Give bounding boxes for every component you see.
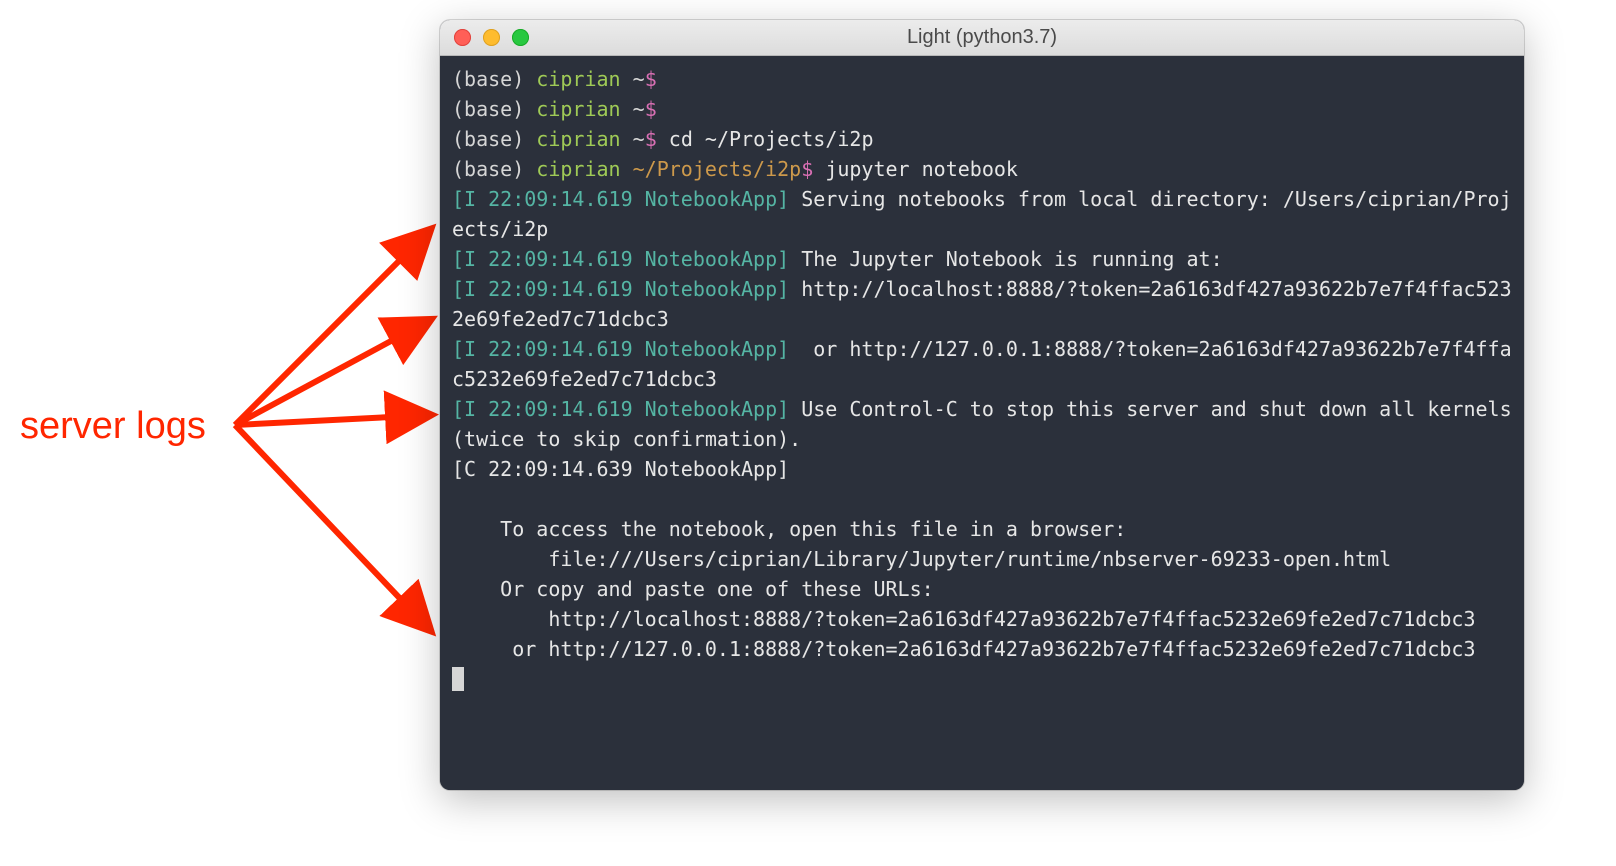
log-prefix: [I 22:09:14.619 NotebookApp]	[452, 277, 789, 301]
log-text: http://localhost:8888/?token=2a6163df427…	[452, 607, 1476, 631]
prompt-base: (base)	[452, 97, 536, 121]
prompt-dollar: $	[645, 127, 657, 151]
prompt-home: ~	[621, 127, 645, 151]
prompt-path: ~/Projects/i2p	[621, 157, 802, 181]
log-prefix: [I 22:09:14.619 NotebookApp]	[452, 397, 789, 421]
minimize-icon[interactable]	[483, 29, 500, 46]
log-prefix: [I 22:09:14.619 NotebookApp]	[452, 187, 789, 211]
prompt-user: ciprian	[536, 67, 620, 91]
log-line: [C 22:09:14.639 NotebookApp]	[452, 457, 789, 481]
prompt-line: (base) ciprian ~$	[452, 67, 657, 91]
prompt-user: ciprian	[536, 97, 620, 121]
log-prefix: [I 22:09:14.619 NotebookApp]	[452, 247, 789, 271]
terminal-window: Light (python3.7) (base) ciprian ~$ (bas…	[440, 20, 1524, 790]
prompt-dollar: $	[645, 67, 657, 91]
close-icon[interactable]	[454, 29, 471, 46]
log-prefix-crit: [C 22:09:14.639 NotebookApp]	[452, 457, 789, 481]
cursor-icon	[452, 667, 464, 691]
log-text: Or copy and paste one of these URLs:	[452, 577, 934, 601]
log-text: To access the notebook, open this file i…	[452, 517, 1126, 541]
terminal-body[interactable]: (base) ciprian ~$ (base) ciprian ~$ (bas…	[440, 56, 1524, 790]
prompt-user: ciprian	[536, 157, 620, 181]
log-text: The Jupyter Notebook is running at:	[789, 247, 1222, 271]
titlebar[interactable]: Light (python3.7)	[440, 20, 1524, 56]
log-line: [I 22:09:14.619 NotebookApp] The Jupyter…	[452, 247, 1223, 271]
prompt-base: (base)	[452, 127, 536, 151]
window-controls	[440, 29, 529, 46]
prompt-line: (base) ciprian ~$	[452, 97, 657, 121]
prompt-user: ciprian	[536, 127, 620, 151]
prompt-line: (base) ciprian ~$ cd ~/Projects/i2p	[452, 127, 873, 151]
prompt-home: ~	[621, 97, 645, 121]
log-prefix: [I 22:09:14.619 NotebookApp]	[452, 337, 789, 361]
prompt-dollar: $	[801, 157, 813, 181]
annotation-server-logs: server logs	[20, 405, 206, 448]
cmd-cd: cd ~/Projects/i2p	[669, 127, 874, 151]
window-title: Light (python3.7)	[440, 26, 1524, 49]
canvas: server logs Light (python3.7) (base) cip…	[0, 0, 1616, 866]
log-line: [I 22:09:14.619 NotebookApp] Serving not…	[452, 187, 1512, 241]
prompt-base: (base)	[452, 157, 536, 181]
prompt-line: (base) ciprian ~/Projects/i2p$ jupyter n…	[452, 157, 1018, 181]
prompt-base: (base)	[452, 67, 536, 91]
log-line: [I 22:09:14.619 NotebookApp] Use Control…	[452, 397, 1524, 451]
prompt-home: ~	[621, 67, 645, 91]
cmd-jupyter: jupyter notebook	[825, 157, 1018, 181]
log-line: [I 22:09:14.619 NotebookApp] http://loca…	[452, 277, 1512, 331]
log-line: [I 22:09:14.619 NotebookApp] or http://1…	[452, 337, 1512, 391]
log-text: or http://127.0.0.1:8888/?token=2a6163df…	[452, 637, 1476, 661]
prompt-dollar: $	[645, 97, 657, 121]
zoom-icon[interactable]	[512, 29, 529, 46]
annotation-arrows	[230, 190, 440, 690]
log-text: file:///Users/ciprian/Library/Jupyter/ru…	[452, 547, 1391, 571]
